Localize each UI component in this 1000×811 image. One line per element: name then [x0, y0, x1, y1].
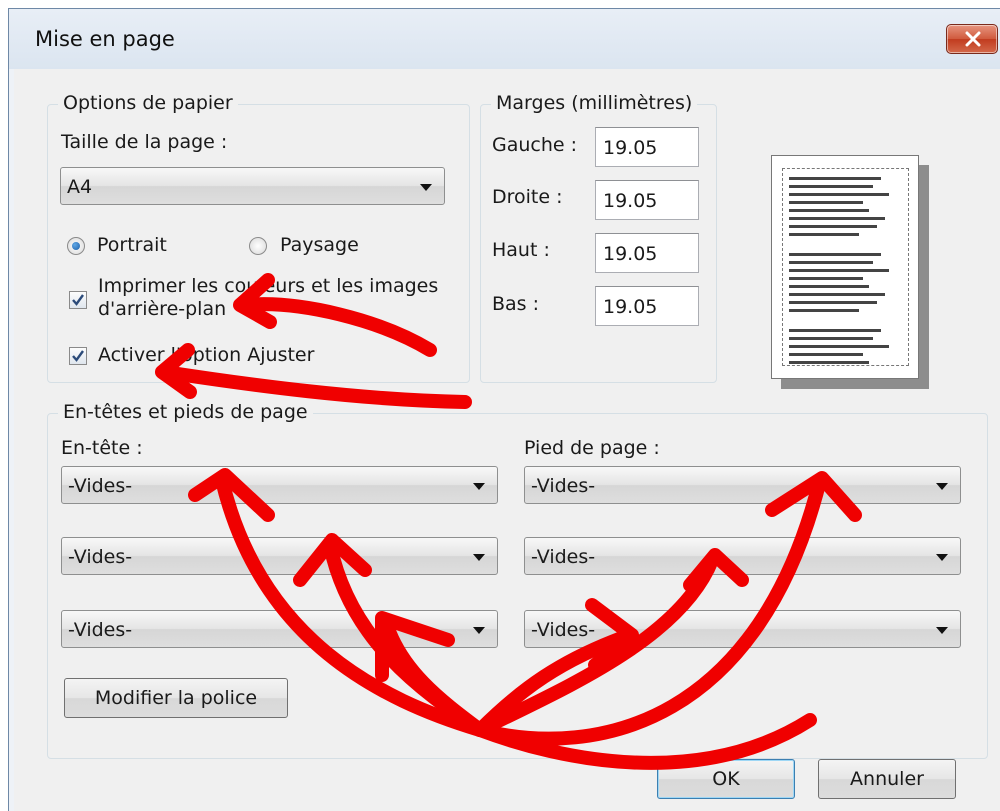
footer-select-3[interactable]: -Vides-: [524, 610, 961, 648]
close-button[interactable]: [946, 24, 998, 54]
chevron-down-icon: [936, 554, 948, 561]
top-margin-value: 19.05: [603, 243, 658, 265]
paper-options-legend: Options de papier: [58, 92, 238, 114]
left-margin-value: 19.05: [603, 137, 658, 159]
header-label: En-tête :: [61, 437, 143, 459]
chevron-down-icon: [473, 483, 485, 490]
close-icon: [965, 31, 981, 47]
header-select-1[interactable]: -Vides-: [61, 466, 498, 504]
right-margin-input[interactable]: 19.05: [595, 180, 699, 220]
portrait-label[interactable]: Portrait: [97, 234, 167, 256]
left-margin-input[interactable]: 19.05: [595, 127, 699, 167]
cancel-button[interactable]: Annuler: [818, 759, 956, 799]
footer-select-2[interactable]: -Vides-: [524, 537, 961, 575]
ok-button[interactable]: OK: [657, 759, 795, 799]
margins-legend: Marges (millimètres): [491, 92, 698, 114]
footer-select-2-value: -Vides-: [531, 546, 596, 568]
page-setup-dialog: Mise en page Options de papier Taille de…: [8, 8, 1000, 811]
footer-select-3-value: -Vides-: [531, 619, 596, 641]
bottom-margin-value: 19.05: [603, 296, 658, 318]
landscape-label[interactable]: Paysage: [280, 234, 359, 256]
header-select-3[interactable]: -Vides-: [61, 610, 498, 648]
bottom-margin-input[interactable]: 19.05: [595, 286, 699, 326]
change-font-button[interactable]: Modifier la police: [64, 678, 288, 718]
ok-button-label: OK: [712, 768, 740, 790]
print-background-label-line1[interactable]: Imprimer les couleurs et les images: [98, 275, 438, 297]
top-margin-label: Haut :: [492, 239, 550, 261]
chevron-down-icon: [420, 184, 432, 191]
footer-label: Pied de page :: [524, 437, 660, 459]
landscape-radio[interactable]: [249, 237, 267, 255]
right-margin-value: 19.05: [603, 190, 658, 212]
print-background-label-line2[interactable]: d'arrière-plan: [98, 298, 226, 320]
footer-select-1-value: -Vides-: [531, 475, 596, 497]
chevron-down-icon: [473, 627, 485, 634]
headers-footers-legend: En-têtes et pieds de page: [58, 401, 313, 423]
top-margin-input[interactable]: 19.05: [595, 233, 699, 273]
header-select-1-value: -Vides-: [68, 475, 133, 497]
header-select-3-value: -Vides-: [68, 619, 133, 641]
window-title: Mise en page: [35, 27, 175, 51]
page-preview: [771, 155, 919, 379]
print-background-checkbox[interactable]: [69, 291, 87, 309]
header-select-2[interactable]: -Vides-: [61, 537, 498, 575]
preview-margin-outline: [782, 168, 909, 366]
page-size-value: A4: [67, 176, 93, 198]
dialog-body: Options de papier Taille de la page : A4…: [14, 69, 1000, 811]
chevron-down-icon: [473, 554, 485, 561]
cancel-button-label: Annuler: [850, 768, 924, 790]
portrait-radio[interactable]: [67, 237, 85, 255]
chevron-down-icon: [936, 483, 948, 490]
shrink-to-fit-checkbox[interactable]: [69, 347, 87, 365]
chevron-down-icon: [936, 627, 948, 634]
right-margin-label: Droite :: [492, 186, 563, 208]
title-bar[interactable]: Mise en page: [9, 9, 1000, 69]
page-size-select[interactable]: A4: [60, 167, 445, 205]
change-font-button-label: Modifier la police: [94, 687, 258, 709]
checkmark-icon: [72, 350, 84, 362]
left-margin-label: Gauche :: [492, 134, 578, 156]
shrink-to-fit-label[interactable]: Activer l'option Ajuster: [98, 344, 314, 366]
footer-select-1[interactable]: -Vides-: [524, 466, 961, 504]
bottom-margin-label: Bas :: [492, 293, 540, 315]
checkmark-icon: [72, 294, 84, 306]
header-select-2-value: -Vides-: [68, 546, 133, 568]
page-size-label: Taille de la page :: [61, 131, 228, 153]
